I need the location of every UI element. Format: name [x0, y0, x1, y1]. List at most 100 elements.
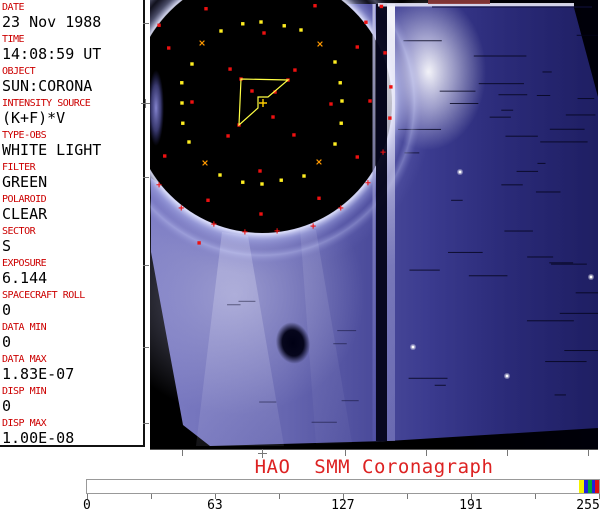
fiducial-dot: [226, 134, 230, 138]
coronagraph-rendering: [150, 0, 598, 449]
fiducial-dot: [389, 85, 393, 89]
field-value: 1.83E-07: [2, 365, 75, 383]
colorbar-tick-label: 127: [331, 498, 355, 513]
star-point: [589, 275, 593, 279]
colorbar-tick: [535, 494, 536, 499]
star-point: [458, 170, 462, 174]
metadata-field-filter: FILTER GREEN: [2, 162, 143, 190]
fiducial-dot: [197, 241, 201, 245]
field-value: 23 Nov 1988: [2, 13, 102, 31]
field-label: DATA MIN: [2, 322, 47, 333]
fiducial-dot: [293, 68, 297, 72]
fiducial-dot: [190, 100, 194, 104]
metadata-field-object: OBJECT SUN:CORONA: [2, 66, 143, 94]
fiducial-dot: [338, 81, 342, 85]
field-value: S: [2, 237, 12, 255]
field-value: 0: [2, 301, 12, 319]
fiducial-dot: [364, 20, 368, 24]
metadata-field-spacecraft-roll: SPACECRAFT ROLL 0: [2, 290, 143, 318]
field-label: SPACECRAFT ROLL: [2, 290, 85, 301]
field-value: 14:08:59 UT: [2, 45, 102, 63]
fiducial-dot: [260, 182, 264, 186]
fiducial-dot: [241, 180, 245, 184]
metadata-field-disp-max: DISP MAX 1.00E-08: [2, 418, 143, 446]
fiducial-dot: [292, 133, 296, 137]
fiducial-dot: [259, 212, 263, 216]
field-label: DISP MIN: [2, 386, 47, 397]
fiducial-dot: [259, 20, 263, 24]
metadata-field-time: TIME 14:08:59 UT: [2, 34, 143, 62]
metadata-field-date: DATE 23 Nov 1988: [2, 2, 143, 30]
field-value: WHITE LIGHT: [2, 141, 102, 159]
fiducial-dot: [258, 169, 262, 173]
field-value: 0: [2, 397, 12, 415]
fiducial-dot: [190, 62, 194, 66]
metadata-field-exposure: EXPOSURE 6.144: [2, 258, 143, 286]
fiducial-dot: [206, 198, 210, 202]
fiducial-dot: [250, 89, 254, 93]
pylon-bright-streak: [387, 4, 395, 441]
colorbar-tick: [151, 494, 152, 499]
metadata-field-intensity-source: INTENSITY SOURCE (K+F)*V: [2, 98, 143, 126]
fiducial-dot: [187, 140, 191, 144]
fiducial-dot: [228, 67, 232, 71]
fiducial-dot: [299, 28, 303, 32]
fiducial-dot: [339, 121, 343, 125]
field-value: 6.144: [2, 269, 48, 287]
fiducial-dot: [379, 4, 384, 9]
fiducial-dot: [329, 102, 333, 106]
field-value: 0: [2, 333, 12, 351]
colorbar-tick: [279, 494, 280, 499]
fiducial-dot: [282, 24, 286, 28]
colorbar-tick-label: 63: [207, 498, 223, 513]
axis-plus-mark: [141, 99, 150, 108]
coronagraph-image: [150, 0, 598, 450]
fiducial-dot: [317, 196, 321, 200]
fiducial-dot: [388, 116, 392, 120]
metadata-field-sector: SECTOR S: [2, 226, 143, 254]
left-axis-tick: [143, 177, 149, 178]
colorbar: [86, 479, 600, 494]
fiducial-dot: [333, 142, 337, 146]
saturated-strip: [428, 0, 490, 4]
left-axis-tick: [143, 423, 149, 424]
field-value: GREEN: [2, 173, 48, 191]
metadata-field-type-obs: TYPE-OBS WHITE LIGHT: [2, 130, 143, 158]
star-point: [505, 374, 509, 378]
metadata-field-data-min: DATA MIN 0: [2, 322, 143, 350]
metadata-field-polaroid: POLAROID CLEAR: [2, 194, 143, 222]
fiducial-dot: [180, 101, 184, 105]
fiducial-dot: [302, 174, 306, 178]
fiducial-dot: [204, 7, 208, 11]
colorbar-tick-label: 191: [459, 498, 483, 513]
fiducial-dot: [218, 173, 222, 177]
fiducial-dot: [279, 178, 283, 182]
fiducial-dot: [333, 60, 337, 64]
colorbar-tick-label: 0: [83, 498, 91, 513]
fiducial-dot: [181, 121, 185, 125]
image-title: HAO SMM Coronagraph: [254, 456, 494, 478]
fiducial-dot: [219, 29, 223, 33]
fiducial-dot: [180, 81, 184, 85]
fiducial-dot: [313, 4, 317, 8]
fiducial-dot: [262, 31, 266, 35]
fiducial-dot: [167, 46, 171, 50]
fiducial-dot: [383, 51, 387, 55]
saturation-stripe: [595, 480, 599, 493]
fiducial-dot: [157, 23, 161, 27]
field-value: SUN:CORONA: [2, 77, 93, 95]
left-axis-tick: [143, 265, 149, 266]
field-value: (K+F)*V: [2, 109, 66, 127]
fiducial-dot: [340, 99, 344, 103]
fiducial-dot: [355, 155, 359, 159]
fiducial-dot: [355, 45, 359, 49]
colorbar-tick: [407, 494, 408, 499]
fiducial-dot: [163, 154, 167, 158]
field-value: 1.00E-08: [2, 429, 75, 447]
field-value: CLEAR: [2, 205, 48, 223]
metadata-panel: DATE 23 Nov 1988 TIME 14:08:59 UT OBJECT SUN:…: [0, 0, 145, 447]
metadata-field-data-max: DATA MAX 1.83E-07: [2, 354, 143, 382]
fiducial-dot: [241, 22, 245, 26]
fiducial-dot: [271, 115, 275, 119]
colorbar-tick-label: 255: [576, 498, 600, 513]
